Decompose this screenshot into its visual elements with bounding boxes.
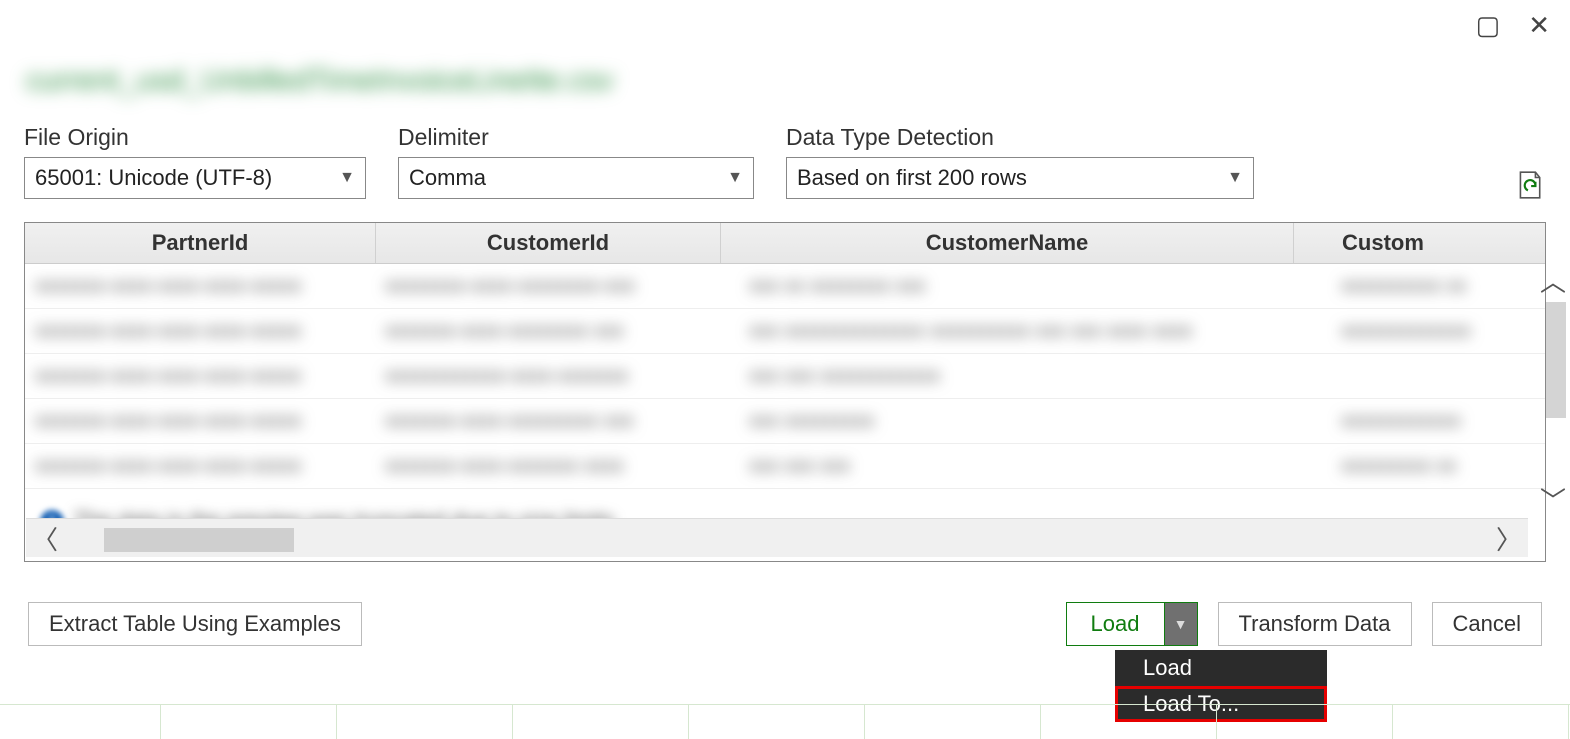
table-row[interactable]: xxxxxxx-xxxx-xxxx-xxxx-xxxxxxxxxxxxxxxxx… — [25, 354, 1545, 399]
horizontal-scroll-thumb[interactable] — [104, 528, 294, 552]
scroll-up-icon[interactable]: ︿ — [1540, 262, 1566, 299]
extract-table-button[interactable]: Extract Table Using Examples — [28, 602, 362, 646]
delimiter-dropdown[interactable]: Comma ▼ — [398, 157, 754, 199]
scroll-down-icon[interactable]: ﹀ — [1540, 481, 1566, 518]
cancel-button[interactable]: Cancel — [1432, 602, 1542, 646]
transform-data-button[interactable]: Transform Data — [1218, 602, 1412, 646]
table-row[interactable]: xxxxxxx-xxxx-xxxx-xxxx-xxxxxxxxxxxx-xxxx… — [25, 399, 1545, 444]
import-preview-dialog: ▢ ✕ current_usd_UnbilledTimeInvoiceLineI… — [0, 0, 1570, 739]
detection-value: Based on first 200 rows — [797, 165, 1027, 191]
load-dropdown-toggle[interactable]: ▼ — [1164, 603, 1197, 645]
close-icon[interactable]: ✕ — [1528, 12, 1550, 38]
file-name: current_usd_UnbilledTimeInvoiceLineIte.c… — [26, 64, 614, 98]
column-header-customerid[interactable]: CustomerId — [376, 223, 721, 263]
maximize-icon[interactable]: ▢ — [1476, 12, 1501, 38]
delimiter-value: Comma — [409, 165, 486, 191]
chevron-down-icon: ▼ — [727, 169, 743, 187]
import-options: File Origin 65001: Unicode (UTF-8) ▼ Del… — [24, 124, 1254, 199]
detection-option: Data Type Detection Based on first 200 r… — [786, 124, 1254, 199]
chevron-down-icon: ▼ — [1227, 169, 1243, 187]
footer-right-buttons: Load ▼ Transform Data Cancel — [1066, 602, 1542, 646]
column-header-partnerid[interactable]: PartnerId — [25, 223, 376, 263]
dialog-footer: Extract Table Using Examples Load ▼ Tran… — [28, 602, 1542, 646]
table-row[interactable]: xxxxxxx-xxxx-xxxx-xxxx-xxxxxxxxxxxx-xxxx… — [25, 309, 1545, 354]
column-header-custom[interactable]: Custom — [1294, 223, 1472, 263]
window-controls: ▢ ✕ — [1476, 12, 1550, 38]
vertical-scrollbar[interactable]: ︿ ﹀ — [1538, 262, 1568, 518]
file-origin-label: File Origin — [24, 124, 366, 151]
file-origin-dropdown[interactable]: 65001: Unicode (UTF-8) ▼ — [24, 157, 366, 199]
load-split-button[interactable]: Load ▼ — [1066, 602, 1198, 646]
detection-dropdown[interactable]: Based on first 200 rows ▼ — [786, 157, 1254, 199]
table-row[interactable]: xxxxxxx-xxxx-xxxx-xxxx-xxxxxxxxxxxxx-xxx… — [25, 264, 1545, 309]
scroll-right-icon[interactable]: 〉 — [1490, 520, 1528, 557]
spreadsheet-gridline — [0, 704, 1570, 739]
table-header-row: PartnerId CustomerId CustomerName Custom — [25, 223, 1545, 264]
horizontal-scrollbar[interactable]: 〈 〉 — [26, 518, 1528, 557]
delimiter-option: Delimiter Comma ▼ — [398, 124, 754, 199]
table-body: xxxxxxx-xxxx-xxxx-xxxx-xxxxxxxxxxxxx-xxx… — [25, 264, 1545, 520]
delimiter-label: Delimiter — [398, 124, 754, 151]
file-origin-value: 65001: Unicode (UTF-8) — [35, 165, 272, 191]
scroll-left-icon[interactable]: 〈 — [26, 520, 64, 557]
chevron-down-icon: ▼ — [339, 169, 355, 187]
file-origin-option: File Origin 65001: Unicode (UTF-8) ▼ — [24, 124, 366, 199]
refresh-icon[interactable] — [1516, 170, 1542, 207]
column-header-customername[interactable]: CustomerName — [721, 223, 1294, 263]
menu-item-load[interactable]: Load — [1115, 650, 1327, 686]
table-row[interactable]: xxxxxxx-xxxx-xxxx-xxxx-xxxxxxxxxxxx-xxxx… — [25, 444, 1545, 489]
vertical-scroll-thumb[interactable] — [1546, 302, 1566, 418]
load-button-label: Load — [1067, 611, 1164, 637]
detection-label: Data Type Detection — [786, 124, 1254, 151]
